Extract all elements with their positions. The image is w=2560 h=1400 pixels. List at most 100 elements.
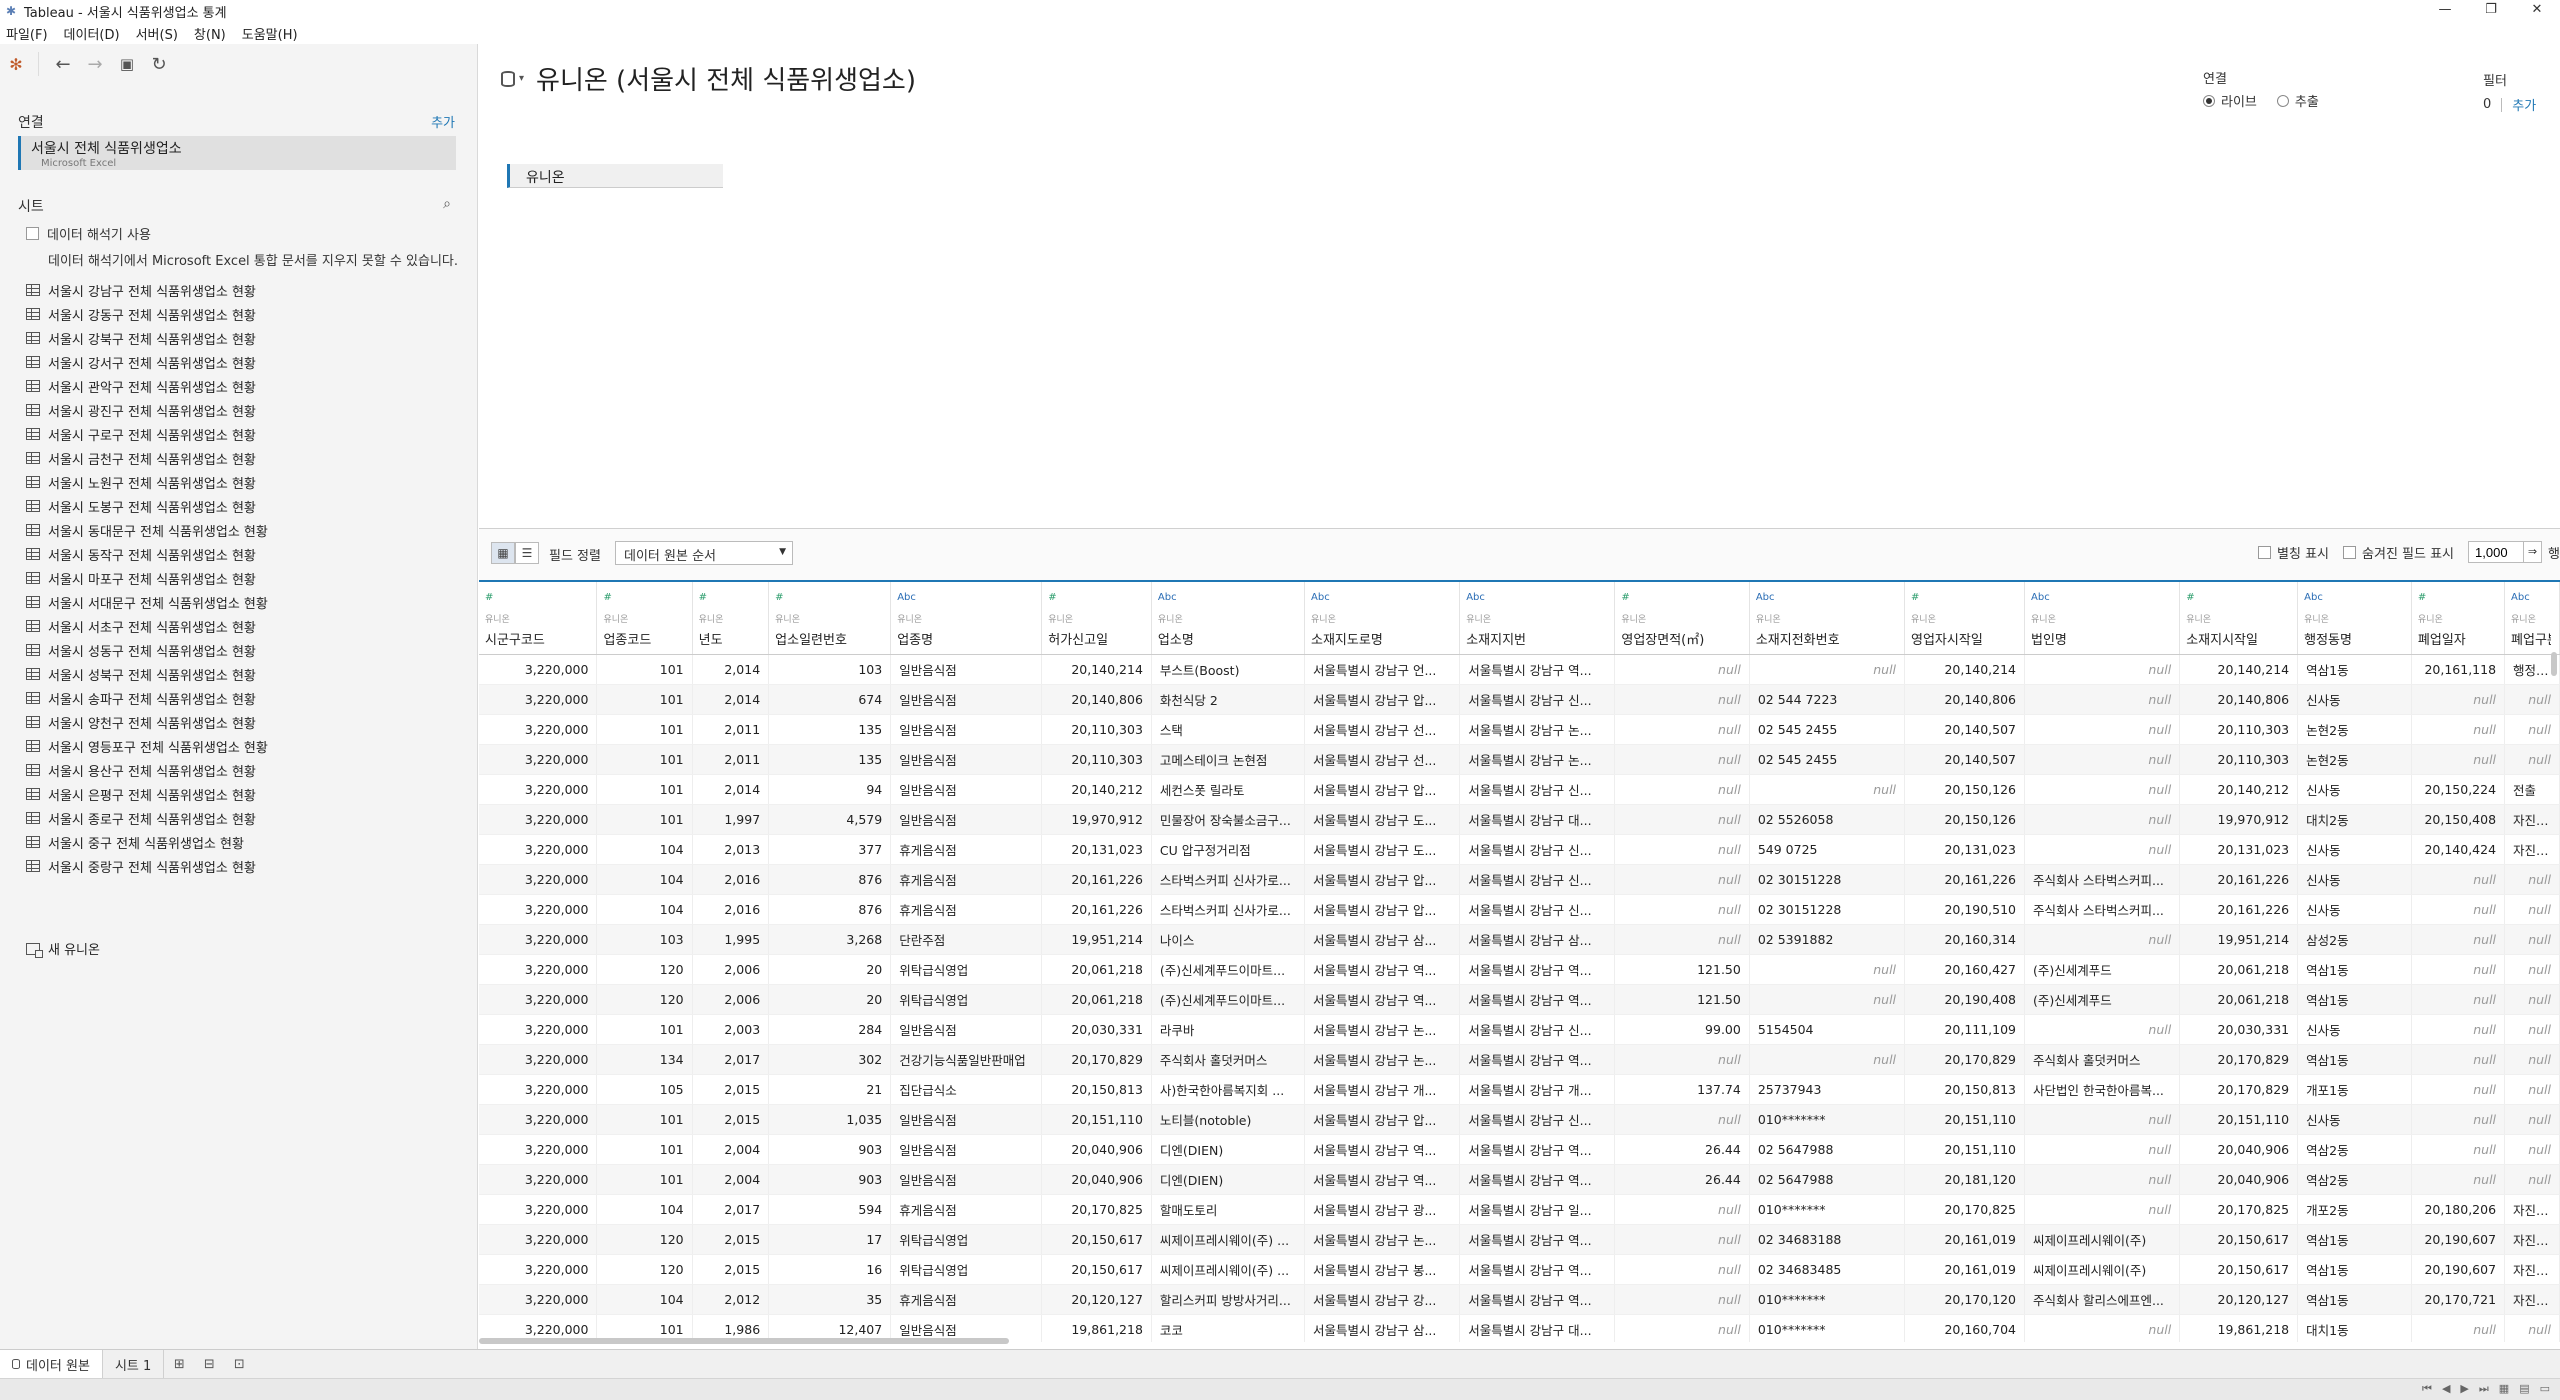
sheet-item[interactable]: 서울시 금천구 전체 식품위생업소 현황 [26,446,268,470]
string-type-icon[interactable]: Abc [1466,592,1606,606]
sheet-item[interactable]: 서울시 영등포구 전체 식품위생업소 현황 [26,734,268,758]
live-radio-dot[interactable] [2203,94,2215,107]
column-name[interactable]: 시군구코드 [485,629,588,648]
column-header[interactable]: Abc 유니온 소재지전화번호 [1749,582,1906,655]
column-header[interactable]: Abc 유니온 법인명 [2024,582,2181,655]
column-name[interactable]: 소재지도로명 [1311,629,1451,648]
tab-sheet-1[interactable]: 시트 1 [103,1350,165,1378]
column-name[interactable]: 행정동명 [2304,629,2403,648]
string-type-icon[interactable]: Abc [1756,592,1896,606]
live-radio[interactable]: 라이브 [2203,91,2257,110]
column-name[interactable]: 소재지시작일 [2186,629,2289,648]
add-filter-link[interactable]: 추가 [2512,95,2536,114]
data-interpreter-option[interactable]: 데이터 해석기 사용 [26,224,151,243]
last-page-icon[interactable]: ⏭ [2479,1382,2489,1396]
show-alias-checkbox[interactable] [2258,545,2272,559]
sheet-item[interactable]: 서울시 용산구 전체 식품위생업소 현황 [26,758,268,782]
sheet-sorter-icon[interactable]: ▦ [2499,1382,2509,1396]
column-header[interactable]: # 유니온 영업자시작일 [1904,582,2026,655]
arrow-right-icon[interactable]: ⇒ [2524,541,2543,563]
sheet-item[interactable]: 서울시 중구 전체 식품위생업소 현황 [26,830,268,854]
next-page-icon[interactable]: ▶ [2460,1382,2468,1396]
menu-file[interactable]: 파일(F) [6,24,48,43]
vertical-scrollbar[interactable] [2551,652,2557,676]
column-name[interactable]: 법인명 [2031,629,2171,648]
new-dashboard-icon[interactable]: ⊟ [194,1350,224,1378]
sheet-item[interactable]: 서울시 강남구 전체 식품위생업소 현황 [26,278,268,302]
new-story-icon[interactable]: ⊡ [224,1350,254,1378]
column-header[interactable]: # 유니온 허가신고일 [1041,582,1152,655]
back-arrow-icon[interactable]: ← [47,50,79,78]
forward-arrow-icon[interactable]: → [79,50,111,78]
sheet-item[interactable]: 서울시 강동구 전체 식품위생업소 현황 [26,302,268,326]
sheet-item[interactable]: 서울시 성북구 전체 식품위생업소 현황 [26,662,268,686]
horizontal-scrollbar[interactable] [479,1338,1009,1344]
column-name[interactable]: 폐업구분 [2511,629,2551,648]
tableau-home-icon[interactable]: ✻ [0,50,32,78]
number-type-icon[interactable]: # [775,592,882,606]
column-name[interactable]: 업종명 [897,629,1033,648]
sheet-item[interactable]: 서울시 양천구 전체 식품위생업소 현황 [26,710,268,734]
number-type-icon[interactable]: # [2186,592,2289,606]
column-name[interactable]: 업종코드 [603,629,683,648]
string-type-icon[interactable]: Abc [1311,592,1451,606]
column-header[interactable]: # 유니온 업종코드 [596,582,693,655]
sheet-item[interactable]: 서울시 종로구 전체 식품위생업소 현황 [26,806,268,830]
string-type-icon[interactable]: Abc [897,592,1033,606]
column-name[interactable]: 영업장면적(㎡) [1621,629,1740,648]
connection-item[interactable]: 서울시 전체 식품위생업소 Microsoft Excel [18,136,456,170]
number-type-icon[interactable]: # [699,592,761,606]
column-header[interactable]: # 유니온 시군구코드 [479,582,598,655]
sheet-item[interactable]: 서울시 중랑구 전체 식품위생업소 현황 [26,854,268,878]
column-name[interactable]: 소재지전화번호 [1756,629,1896,648]
menu-help[interactable]: 도움말(H) [242,24,298,43]
datasource-title[interactable]: ▾ 유니온 (서울시 전체 식품위생업소) [501,60,916,97]
new-union-item[interactable]: 새 유니온 [26,939,100,958]
sheet-item[interactable]: 서울시 은평구 전체 식품위생업소 현황 [26,782,268,806]
column-name[interactable]: 년도 [699,629,761,648]
show-alias-option[interactable]: 별칭 표시 [2258,543,2329,562]
sheet-item[interactable]: 서울시 마포구 전체 식품위생업소 현황 [26,566,268,590]
extract-radio-dot[interactable] [2276,94,2289,107]
sheet-item[interactable]: 서울시 송파구 전체 식품위생업소 현황 [26,686,268,710]
number-type-icon[interactable]: # [1621,592,1740,606]
column-header[interactable]: Abc 유니온 소재지도로명 [1304,582,1461,655]
menu-data[interactable]: 데이터(D) [64,24,120,43]
column-header[interactable]: # 유니온 영업장면적(㎡) [1614,582,1750,655]
add-connection-link[interactable]: 추가 [431,112,455,131]
column-name[interactable]: 영업자시작일 [1911,629,2016,648]
sheet-item[interactable]: 서울시 도봉구 전체 식품위생업소 현황 [26,494,268,518]
sheet-item[interactable]: 서울시 구로구 전체 식품위생업소 현황 [26,422,268,446]
string-type-icon[interactable]: Abc [2031,592,2171,606]
close-icon[interactable]: ✕ [2514,0,2560,22]
column-header[interactable]: Abc 유니온 업종명 [890,582,1043,655]
interpreter-checkbox[interactable] [26,227,39,240]
search-icon[interactable]: ⌕ [443,196,451,212]
column-name[interactable]: 업소명 [1158,629,1296,648]
number-type-icon[interactable]: # [1911,592,2016,606]
sheet-item[interactable]: 서울시 동작구 전체 식품위생업소 현황 [26,542,268,566]
sheet-item[interactable]: 서울시 노원구 전체 식품위생업소 현황 [26,470,268,494]
refresh-icon[interactable]: ↻ [143,50,175,78]
tab-data-source[interactable]: 데이터 원본 [0,1350,103,1378]
show-hidden-checkbox[interactable] [2343,545,2357,559]
show-hidden-option[interactable]: 숨겨진 필드 표시 [2343,543,2454,562]
chevron-down-icon[interactable]: ▾ [519,73,524,84]
number-type-icon[interactable]: # [2418,592,2496,606]
menu-server[interactable]: 서버(S) [136,24,178,43]
column-header[interactable]: # 유니온 소재지시작일 [2179,582,2299,655]
column-name[interactable]: 소재지지번 [1466,629,1606,648]
first-page-icon[interactable]: ⏮ [2422,1382,2432,1396]
list-view-icon[interactable]: ☰ [515,542,539,564]
number-type-icon[interactable]: # [1048,592,1143,606]
extract-radio[interactable]: 추출 [2276,91,2319,110]
save-icon[interactable]: ▣ [111,50,143,78]
prev-page-icon[interactable]: ◀ [2442,1382,2450,1396]
string-type-icon[interactable]: Abc [1158,592,1296,606]
menu-window[interactable]: 창(N) [194,24,226,43]
number-type-icon[interactable]: # [603,592,683,606]
rows-input[interactable] [2468,541,2525,563]
column-name[interactable]: 폐업일자 [2418,629,2496,648]
column-header[interactable]: # 유니온 업소일련번호 [768,582,892,655]
filmstrip-icon[interactable]: ▤ [2519,1382,2529,1396]
